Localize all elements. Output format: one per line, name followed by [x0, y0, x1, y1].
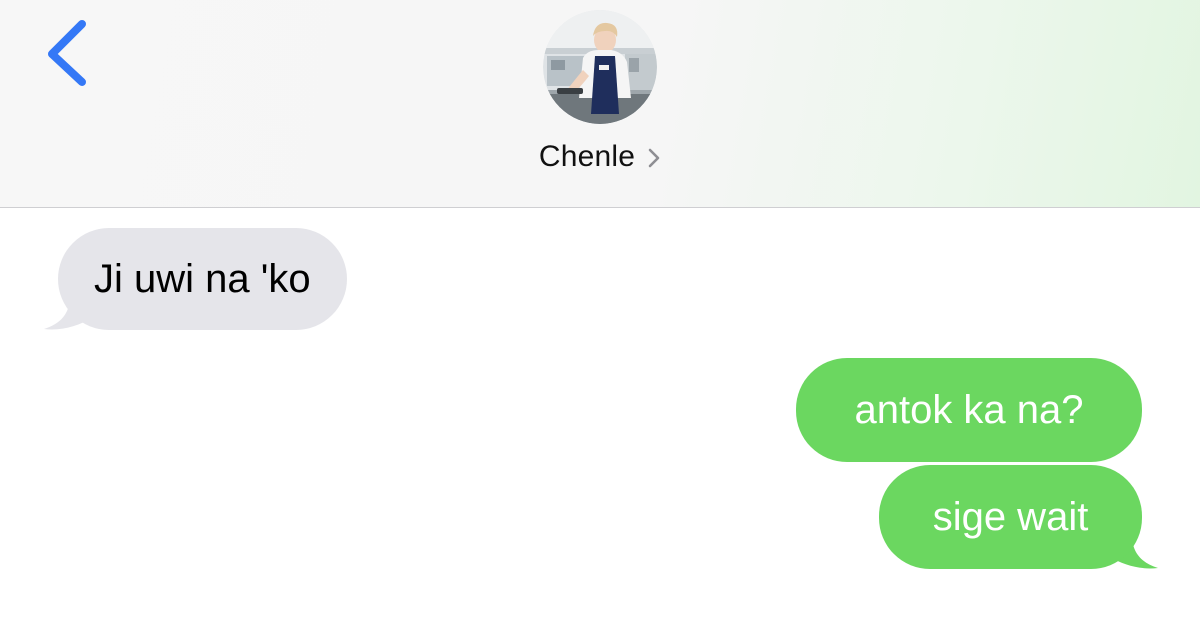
message-bubble-received[interactable]: Ji uwi na 'ko — [58, 228, 347, 330]
message-bubble-sent[interactable]: antok ka na? — [796, 358, 1142, 462]
contact-name: Chenle — [538, 140, 636, 173]
messages-screen: Chenle Ji uwi na 'ko antok ka na? sige w… — [0, 0, 1200, 622]
avatar-photo — [543, 10, 657, 124]
chevron-left-icon — [48, 20, 86, 86]
back-button[interactable] — [36, 18, 96, 88]
conversation-header: Chenle — [0, 0, 1200, 208]
contact-name-button[interactable]: Chenle — [0, 135, 1200, 179]
message-text: sige wait — [932, 495, 1089, 539]
message-text: Ji uwi na 'ko — [94, 257, 311, 301]
message-text: antok ka na? — [854, 388, 1084, 432]
chevron-right-icon — [648, 148, 660, 168]
contact-avatar[interactable] — [543, 10, 657, 124]
message-bubble-sent[interactable]: sige wait — [879, 465, 1142, 569]
